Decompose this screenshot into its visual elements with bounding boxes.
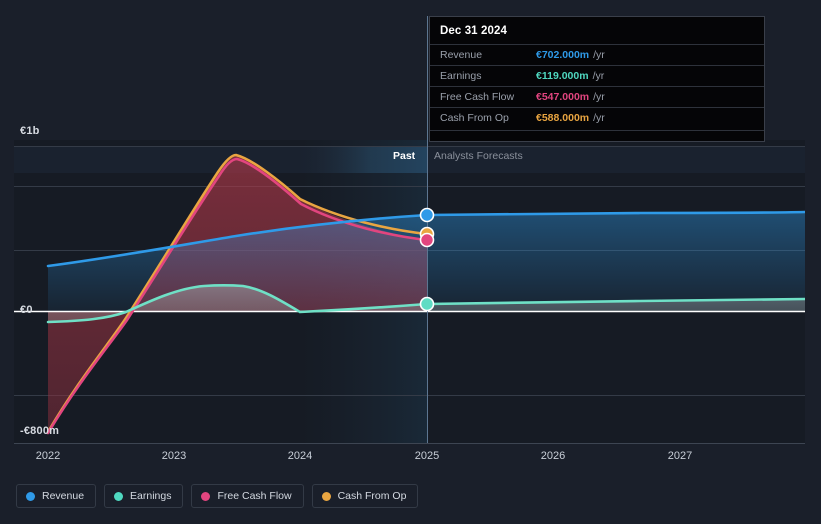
tooltip-row-cash-from-op: Cash From Op €588.000m /yr [430,107,764,128]
y-axis-label-neg800m: -€800m [20,425,60,437]
legend-label-cash-from-op: Cash From Op [337,490,407,502]
tooltip-label-revenue: Revenue [440,49,483,61]
tooltip-unit-revenue: /yr [593,49,605,61]
legend-item-earnings[interactable]: Earnings [104,484,184,508]
tooltip-footer-divider [430,130,764,135]
x-axis-label-2022: 2022 [35,450,61,462]
tooltip-unit-earnings: /yr [592,70,605,82]
tooltip-value-earnings: €119.000m [536,70,589,82]
tooltip-date: Dec 31 2024 [440,25,507,37]
tooltip-value-free-cash-flow: €547.000m [536,91,590,103]
marker-earnings[interactable] [419,296,435,312]
legend-label-earnings: Earnings [130,490,172,502]
past-period-label: Past [393,150,416,162]
legend-item-free-cash-flow[interactable]: Free Cash Flow [191,484,304,508]
x-axis-label-2024: 2024 [287,450,313,462]
chart-legend: Revenue Earnings Free Cash Flow Cash Fro… [16,484,419,508]
y-axis-label-1b: €1b [20,125,40,137]
legend-item-revenue[interactable]: Revenue [16,484,97,508]
financial-chart: €1b €0 -€800m 2022 2023 2024 2025 2026 2… [0,0,821,524]
legend-dot-cash-from-op [321,491,331,501]
legend-item-cash-from-op[interactable]: Cash From Op [311,484,419,508]
marker-revenue[interactable] [419,207,435,223]
tooltip-unit-cash-from-op: /yr [593,112,605,124]
tooltip-label-cash-from-op: Cash From Op [440,112,509,124]
y-axis-label-0: €0 [20,304,33,316]
legend-dot-revenue [26,491,35,501]
marker-free-cash-flow[interactable] [419,232,435,248]
tooltip-value-cash-from-op: €588.000m [536,112,590,124]
tooltip-unit-free-cash-flow: /yr [593,91,605,103]
legend-label-revenue: Revenue [42,490,85,502]
x-axis-label-2026: 2026 [540,450,566,462]
x-axis-label-2027: 2027 [667,450,693,462]
x-axis-label-2023: 2023 [161,450,187,462]
tooltip-row-free-cash-flow: Free Cash Flow €547.000m /yr [430,86,764,107]
legend-dot-earnings [114,491,124,501]
tooltip-row-revenue: Revenue €702.000m /yr [430,44,764,65]
x-axis-label-2025: 2025 [414,450,440,462]
tooltip-row-earnings: Earnings €119.000m /yr [430,65,764,86]
legend-dot-free-cash-flow [201,491,211,501]
analysts-forecasts-label: Analysts Forecasts [434,150,523,162]
tooltip-label-earnings: Earnings [440,70,482,82]
tooltip-label-free-cash-flow: Free Cash Flow [440,91,515,103]
tooltip-value-revenue: €702.000m [536,49,590,61]
legend-label-free-cash-flow: Free Cash Flow [217,490,292,502]
data-tooltip: Dec 31 2024 Revenue €702.000m /yr Earnin… [429,16,765,142]
